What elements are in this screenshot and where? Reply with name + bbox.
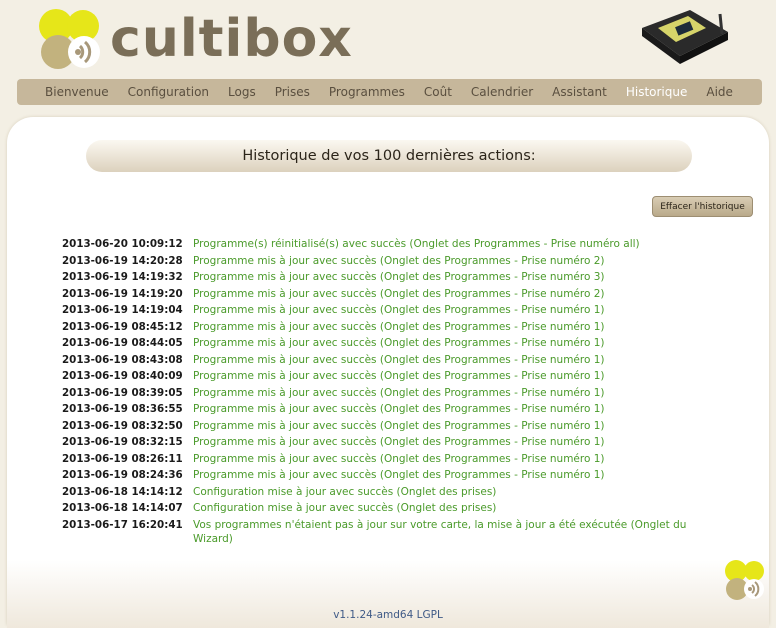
cultibox-device-icon xyxy=(642,10,728,64)
log-row: 2013-06-19 08:32:50 Programme mis à jour … xyxy=(62,418,712,435)
nav-item-logs[interactable]: Logs xyxy=(228,85,256,99)
nav-item-assistant[interactable]: Assistant xyxy=(552,85,607,99)
log-date: 2013-06-18 14:14:12 xyxy=(62,485,183,498)
nav-item-cout[interactable]: Coût xyxy=(424,85,452,99)
version-label: v1.1.24-amd64 LGPL xyxy=(333,609,443,621)
log-message: Programme mis à jour avec succès (Onglet… xyxy=(193,370,605,382)
log-date: 2013-06-19 14:19:04 xyxy=(62,304,183,316)
log-date: 2013-06-19 14:20:28 xyxy=(62,254,183,267)
log-row: 2013-06-19 08:39:05 Programme mis à jour … xyxy=(62,385,712,402)
log-row: 2013-06-18 14:14:12 Configuration mise à … xyxy=(62,484,712,501)
log-date: 2013-06-19 08:44:05 xyxy=(62,337,183,349)
nav-item-bienvenue[interactable]: Bienvenue xyxy=(45,85,109,99)
log-row: 2013-06-19 08:45:12 Programme mis à jour … xyxy=(62,319,712,336)
log-row: 2013-06-19 14:19:04 Programme mis à jour … xyxy=(62,302,712,319)
log-message: Programme mis à jour avec succès (Onglet… xyxy=(193,320,605,333)
log-message: Programme mis à jour avec succès (Onglet… xyxy=(193,287,605,300)
log-date: 2013-06-19 08:45:12 xyxy=(62,320,183,333)
nav-item-configuration[interactable]: Configuration xyxy=(128,85,209,99)
log-row: 2013-06-19 08:26:11 Programme mis à jour … xyxy=(62,451,712,468)
log-message: Programme mis à jour avec succès (Onglet… xyxy=(193,419,605,432)
log-date: 2013-06-20 10:09:12 xyxy=(62,238,183,250)
log-message: Vos programmes n'étaient pas à jour sur … xyxy=(193,518,687,545)
cultibox-small-logo-icon xyxy=(725,560,764,600)
log-date: 2013-06-19 08:43:08 xyxy=(62,353,183,366)
log-message: Programme mis à jour avec succès (Onglet… xyxy=(193,353,605,366)
nav-item-programmes[interactable]: Programmes xyxy=(329,85,405,99)
cultibox-logo-icon xyxy=(39,9,100,69)
log-date: 2013-06-19 08:36:55 xyxy=(62,403,183,415)
log-message: Programme mis à jour avec succès (Onglet… xyxy=(193,304,605,316)
log-message: Programme(s) réinitialisé(s) avec succès… xyxy=(193,238,640,250)
log-row: 2013-06-19 08:40:09 Programme mis à jour … xyxy=(62,368,712,385)
log-row: 2013-06-19 08:24:36 Programme mis à jour … xyxy=(62,467,712,484)
clear-history-button[interactable]: Effacer l'historique xyxy=(652,196,753,217)
log-message: Programme mis à jour avec succès (Onglet… xyxy=(193,271,605,283)
log-date: 2013-06-19 14:19:32 xyxy=(62,271,183,283)
log-date: 2013-06-19 08:24:36 xyxy=(62,469,183,481)
log-row: 2013-06-19 14:19:20 Programme mis à jour … xyxy=(62,286,712,303)
log-message: Programme mis à jour avec succès (Onglet… xyxy=(193,469,605,481)
log-row: 2013-06-19 08:36:55 Programme mis à jour … xyxy=(62,401,712,418)
log-row: 2013-06-19 14:19:32 Programme mis à jour … xyxy=(62,269,712,286)
nav-item-calendrier[interactable]: Calendrier xyxy=(471,85,533,99)
log-row: 2013-06-19 08:32:15 Programme mis à jour … xyxy=(62,434,712,451)
page-title: Historique de vos 100 dernières actions: xyxy=(86,140,692,172)
log-date: 2013-06-17 16:20:41 xyxy=(62,518,183,531)
nav-item-aide[interactable]: Aide xyxy=(706,85,733,99)
log-date: 2013-06-19 08:39:05 xyxy=(62,386,183,399)
log-date: 2013-06-19 14:19:20 xyxy=(62,287,183,300)
log-row: 2013-06-19 14:20:28 Programme mis à jour … xyxy=(62,253,712,270)
nav-item-historique[interactable]: Historique xyxy=(626,85,688,99)
log-message: Programme mis à jour avec succès (Onglet… xyxy=(193,337,605,349)
log-date: 2013-06-19 08:40:09 xyxy=(62,370,183,382)
log-date: 2013-06-19 08:32:15 xyxy=(62,436,183,448)
log-message: Programme mis à jour avec succès (Onglet… xyxy=(193,403,605,415)
log-message: Programme mis à jour avec succès (Onglet… xyxy=(193,436,605,448)
history-log-list: 2013-06-20 10:09:12 Programme(s) réinitia… xyxy=(62,236,712,546)
header: cultibox xyxy=(0,0,776,78)
log-row: 2013-06-20 10:09:12 Programme(s) réinitia… xyxy=(62,236,712,253)
log-row: 2013-06-17 16:20:41 Vos programmes n'étai… xyxy=(62,517,712,546)
log-message: Programme mis à jour avec succès (Onglet… xyxy=(193,386,605,399)
log-date: 2013-06-19 08:26:11 xyxy=(62,452,183,465)
log-date: 2013-06-18 14:14:07 xyxy=(62,502,183,514)
log-row: 2013-06-18 14:14:07 Configuration mise à … xyxy=(62,500,712,517)
log-row: 2013-06-19 08:43:08 Programme mis à jour … xyxy=(62,352,712,369)
log-message: Configuration mise à jour avec succès (O… xyxy=(193,485,497,498)
log-date: 2013-06-19 08:32:50 xyxy=(62,419,183,432)
nav-item-prises[interactable]: Prises xyxy=(275,85,310,99)
log-message: Configuration mise à jour avec succès (O… xyxy=(193,502,497,514)
main-nav: Bienvenue Configuration Logs Prises Prog… xyxy=(17,79,762,105)
brand-wordmark: cultibox xyxy=(110,9,353,69)
log-message: Programme mis à jour avec succès (Onglet… xyxy=(193,254,605,267)
log-message: Programme mis à jour avec succès (Onglet… xyxy=(193,452,605,465)
log-row: 2013-06-19 08:44:05 Programme mis à jour … xyxy=(62,335,712,352)
